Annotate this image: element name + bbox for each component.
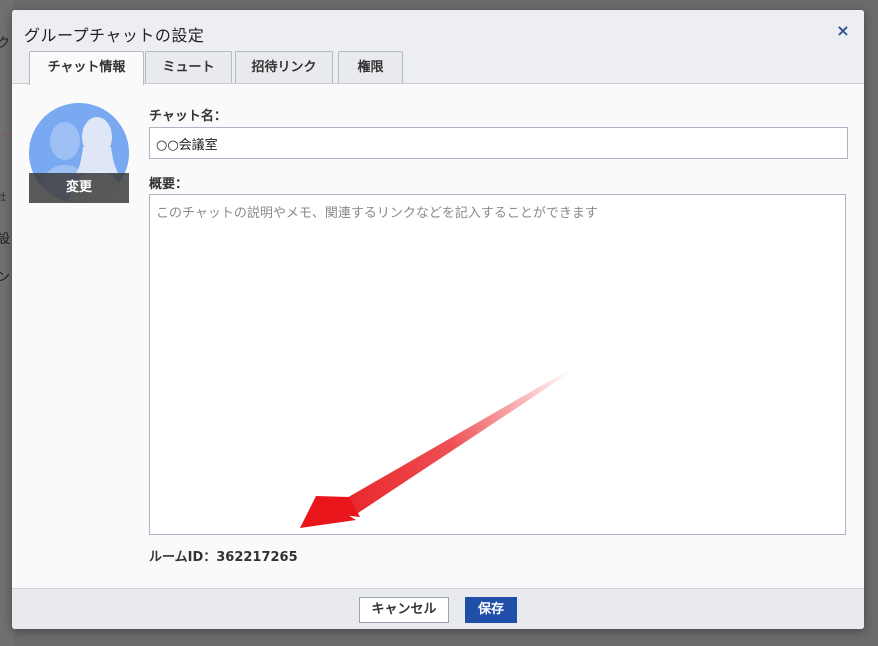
background-text: ン (0, 270, 11, 285)
tab-chat-info[interactable]: チャット情報 (29, 51, 144, 85)
chat-name-input[interactable] (149, 127, 848, 159)
tab-mute[interactable]: ミュート (145, 51, 232, 83)
group-chat-settings-dialog: グループチャットの設定 × チャット情報 ミュート 招待リンク 権限 変更 チャ… (12, 10, 864, 629)
cancel-button[interactable]: キャンセル (359, 597, 449, 623)
tab-invite-link[interactable]: 招待リンク (235, 51, 333, 83)
save-button[interactable]: 保存 (465, 597, 517, 623)
description-textarea[interactable] (149, 194, 846, 535)
change-avatar-button[interactable]: 変更 (29, 173, 129, 203)
background-text: 設 (0, 232, 11, 247)
dialog-title: グループチャットの設定 (24, 26, 205, 45)
room-id-text: ルームID：362217265 (149, 550, 298, 565)
chat-name-label: チャット名： (149, 109, 227, 124)
close-icon[interactable]: × (834, 22, 852, 40)
background-divider (0, 134, 12, 135)
dialog-header: グループチャットの設定 × チャット情報 ミュート 招待リンク 権限 (12, 10, 864, 85)
background-text: ク (0, 36, 11, 51)
description-label: 概要： (149, 177, 189, 192)
dialog-footer: キャンセル 保存 (12, 588, 864, 629)
tab-permissions[interactable]: 権限 (338, 51, 403, 83)
background-text: 社 (0, 193, 7, 203)
